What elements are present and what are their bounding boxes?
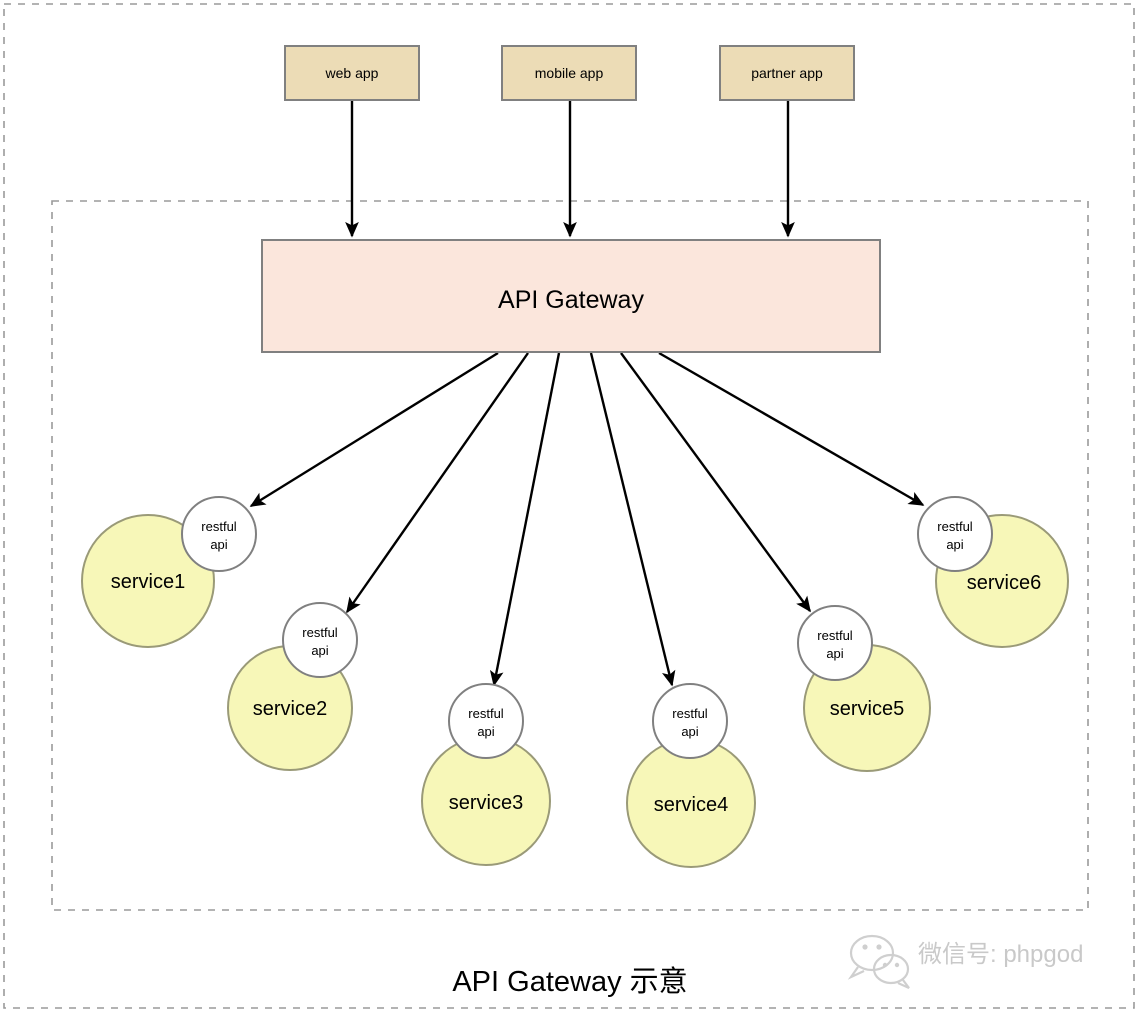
restful-api-bubble-3[interactable]: restful api (448, 683, 524, 759)
service-1-label: service1 (111, 571, 185, 593)
restful-api-3-line1: restful (468, 706, 504, 721)
watermark: 微信号: phpgod (847, 934, 1083, 990)
client-web-app[interactable]: web app (284, 45, 420, 101)
service-node-5[interactable]: service5 restful api (797, 605, 931, 772)
service-6-label: service6 (967, 572, 1041, 594)
restful-api-bubble-4[interactable]: restful api (652, 683, 728, 759)
edge-gateway-to-service4 (589, 352, 676, 687)
restful-api-bubble-1[interactable]: restful api (181, 496, 257, 572)
service-node-2[interactable]: service2 restful api (227, 602, 358, 771)
restful-api-bubble-6[interactable]: restful api (917, 496, 993, 572)
restful-api-bubble-5[interactable]: restful api (797, 605, 873, 681)
service-node-6[interactable]: service6 restful api (917, 496, 1069, 648)
diagram-canvas: web app mobile app partner app API Gatew… (3, 3, 1135, 1009)
service-2-label: service2 (253, 698, 327, 720)
edge-gateway-to-service6 (658, 351, 925, 507)
api-gateway-diagram: web app mobile app partner app API Gatew… (0, 0, 1138, 1012)
api-gateway-label: API Gateway (498, 286, 644, 314)
watermark-label: 微信号: phpgod (918, 941, 1083, 968)
restful-api-6-line1: restful (937, 519, 973, 534)
client-partner-app[interactable]: partner app (719, 45, 855, 101)
restful-api-1-line2: api (210, 537, 227, 552)
service-node-4[interactable]: service4 restful api (626, 683, 756, 868)
restful-api-2-line1: restful (302, 625, 338, 640)
restful-api-2-line2: api (311, 643, 328, 658)
service-3-label: service3 (449, 792, 523, 814)
restful-api-6-line2: api (946, 537, 963, 552)
wechat-icon (847, 934, 910, 990)
client-edges (345, 101, 795, 238)
client-mobile-app-label: mobile app (535, 65, 604, 81)
client-partner-app-label: partner app (751, 65, 823, 81)
restful-api-4-line1: restful (672, 706, 708, 721)
edge-gateway-to-service1 (249, 351, 499, 508)
client-web-app-label: web app (325, 65, 379, 81)
edge-gateway-to-service3 (489, 352, 561, 687)
client-mobile-app[interactable]: mobile app (501, 45, 637, 101)
restful-api-5-line1: restful (817, 628, 853, 643)
service-5-label: service5 (830, 698, 904, 720)
restful-api-5-line2: api (826, 646, 843, 661)
restful-api-1-line1: restful (201, 519, 237, 534)
service-node-1[interactable]: service1 restful api (81, 496, 257, 648)
restful-api-4-line2: api (681, 724, 698, 739)
restful-api-bubble-2[interactable]: restful api (282, 602, 358, 678)
restful-api-3-line2: api (477, 724, 494, 739)
diagram-caption: API Gateway 示意 (452, 965, 687, 998)
api-gateway-node[interactable]: API Gateway (261, 239, 881, 353)
service-node-3[interactable]: service3 restful api (421, 683, 551, 866)
service-4-label: service4 (654, 794, 728, 816)
edge-gateway-to-service5 (620, 352, 811, 613)
